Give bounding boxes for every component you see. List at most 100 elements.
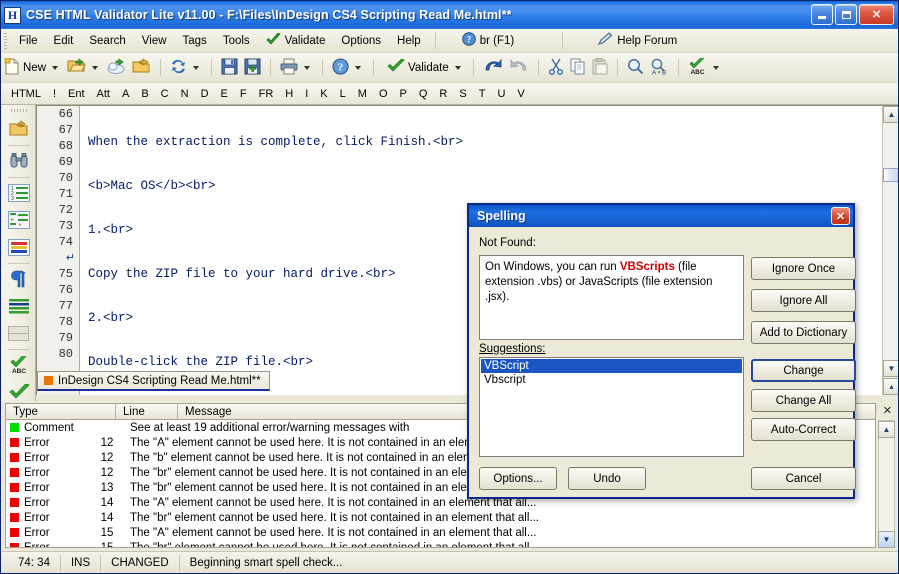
- tagbar-item-q[interactable]: Q: [413, 86, 434, 102]
- cancel-button[interactable]: Cancel: [751, 467, 856, 490]
- refresh-button[interactable]: [167, 56, 205, 80]
- paragraph-mark-icon[interactable]: [6, 266, 32, 292]
- scroll-up-arrow-icon[interactable]: ▲: [878, 421, 895, 438]
- scroll-up-arrow-icon[interactable]: ▲: [883, 106, 898, 123]
- tagbar-item-bang[interactable]: !: [47, 86, 62, 102]
- tagbar-item-e[interactable]: E: [215, 86, 234, 102]
- tagbar-item-a[interactable]: A: [116, 86, 135, 102]
- open-recent-icon[interactable]: [6, 116, 32, 142]
- column-header-line[interactable]: Line: [116, 404, 178, 419]
- not-found-textbox[interactable]: On Windows, you can run VBScripts (file …: [479, 255, 744, 340]
- tagbar-item-c[interactable]: C: [155, 86, 175, 102]
- tagbar-item-o[interactable]: O: [373, 86, 394, 102]
- replace-button[interactable]: AB: [647, 56, 672, 80]
- paste-button[interactable]: [589, 56, 611, 80]
- menu-tags[interactable]: Tags: [175, 32, 215, 50]
- document-tab[interactable]: InDesign CS4 Scripting Read Me.html**: [37, 371, 270, 391]
- print-button[interactable]: [277, 56, 316, 80]
- cut-button[interactable]: [545, 56, 567, 80]
- spell-dropdown-caret[interactable]: [712, 65, 719, 70]
- find-button[interactable]: [624, 56, 647, 80]
- scrollbar-thumb[interactable]: [883, 168, 898, 182]
- column-header-type[interactable]: Type: [6, 404, 116, 419]
- tagbar-item-u[interactable]: U: [491, 86, 511, 102]
- tagbar-item-m[interactable]: M: [352, 86, 373, 102]
- tagbar-item-r[interactable]: R: [433, 86, 453, 102]
- suggestions-list[interactable]: VBScript Vbscript: [479, 357, 744, 457]
- tagbar-item-i[interactable]: I: [299, 86, 314, 102]
- spell-check-button[interactable]: ABC: [685, 56, 725, 80]
- menu-grip[interactable]: [4, 32, 7, 49]
- ignore-all-button[interactable]: Ignore All: [751, 289, 856, 312]
- scroll-split-arrow-icon[interactable]: ▴: [883, 378, 898, 395]
- table-row[interactable]: Error 14 The "br" element cannot be used…: [6, 510, 875, 525]
- tagbar-item-t[interactable]: T: [473, 86, 492, 102]
- menu-file[interactable]: File: [11, 32, 46, 50]
- help-forum-button[interactable]: Help Forum: [589, 29, 685, 52]
- tagbar-item-ent[interactable]: Ent: [62, 86, 91, 102]
- tagbar-item-l[interactable]: L: [334, 86, 352, 102]
- scroll-down-arrow-icon[interactable]: ▼: [878, 531, 895, 548]
- change-all-button[interactable]: Change All: [751, 389, 856, 412]
- bulleted-list-icon[interactable]: [6, 207, 32, 233]
- open-from-cloud-button[interactable]: [104, 56, 129, 80]
- menu-search[interactable]: Search: [81, 32, 133, 50]
- options-button[interactable]: Options...: [479, 467, 557, 490]
- left-toolbar-grip[interactable]: [10, 109, 27, 112]
- ignore-once-button[interactable]: Ignore Once: [751, 257, 856, 280]
- tagbar-item-html[interactable]: HTML: [3, 86, 47, 102]
- menu-help[interactable]: Help: [389, 32, 429, 50]
- tagbar-item-h[interactable]: H: [279, 86, 299, 102]
- table-row[interactable]: Error 15 The "br" element cannot be used…: [6, 540, 875, 547]
- menu-tools[interactable]: Tools: [215, 32, 258, 50]
- tagbar-item-att[interactable]: Att: [91, 86, 116, 102]
- change-button[interactable]: Change: [751, 359, 856, 382]
- copy-button[interactable]: [567, 56, 589, 80]
- context-help-button[interactable]: ? br (F1): [454, 29, 523, 52]
- close-button[interactable]: ✕: [859, 4, 894, 25]
- tagbar-item-n[interactable]: N: [175, 86, 195, 102]
- menu-edit[interactable]: Edit: [46, 32, 82, 50]
- tagbar-item-b[interactable]: B: [135, 86, 154, 102]
- editor-vertical-scrollbar[interactable]: ▲ ▼ ▴: [882, 106, 898, 395]
- add-to-dictionary-button[interactable]: Add to Dictionary: [751, 321, 856, 344]
- menu-view[interactable]: View: [134, 32, 175, 50]
- tagbar-item-fr[interactable]: FR: [253, 86, 280, 102]
- color-bars-icon[interactable]: [6, 234, 32, 260]
- maximize-button[interactable]: [835, 4, 857, 25]
- toolbar-help-button[interactable]: ?: [329, 56, 367, 80]
- spelling-dialog[interactable]: Spelling ✕ Not Found: On Windows, you ca…: [467, 203, 856, 499]
- table-row[interactable]: Error 15 The "A" element cannot be used …: [6, 525, 875, 540]
- tagbar-item-p[interactable]: P: [394, 86, 413, 102]
- toolbar-validate-button[interactable]: Validate: [384, 56, 467, 80]
- validate-dropdown-caret[interactable]: [454, 65, 461, 70]
- reopen-button[interactable]: [129, 56, 154, 80]
- auto-correct-button[interactable]: Auto-Correct: [751, 418, 856, 441]
- new-button[interactable]: New: [1, 56, 64, 80]
- undo-button[interactable]: [480, 56, 506, 80]
- messages-vertical-scrollbar[interactable]: ▲ ▼: [878, 420, 895, 548]
- redo-button[interactable]: [506, 56, 532, 80]
- tagbar-item-d[interactable]: D: [195, 86, 215, 102]
- menu-validate[interactable]: Validate: [258, 30, 334, 52]
- save-all-button[interactable]: [241, 56, 264, 80]
- tagbar-item-s[interactable]: S: [453, 86, 472, 102]
- tagbar-item-k[interactable]: K: [314, 86, 333, 102]
- find-binoculars-icon[interactable]: [6, 148, 32, 174]
- tagbar-item-f[interactable]: F: [234, 86, 253, 102]
- refresh-dropdown-caret[interactable]: [193, 65, 200, 70]
- spell-check-abc-icon[interactable]: ABC: [6, 352, 32, 378]
- open-dropdown-caret[interactable]: [92, 65, 99, 70]
- list-item[interactable]: VBScript: [481, 359, 742, 373]
- save-button[interactable]: [218, 56, 241, 80]
- spelling-dialog-close-button[interactable]: ✕: [831, 207, 850, 225]
- help-dropdown-caret[interactable]: [355, 65, 362, 70]
- tagbar-item-v[interactable]: V: [511, 86, 530, 102]
- minimize-button[interactable]: [811, 4, 833, 25]
- new-dropdown-caret[interactable]: [52, 65, 59, 70]
- list-item[interactable]: Vbscript: [481, 373, 742, 387]
- scroll-down-arrow-icon[interactable]: ▼: [883, 360, 898, 377]
- print-dropdown-caret[interactable]: [304, 65, 311, 70]
- undo-button[interactable]: Undo: [568, 467, 646, 490]
- menu-options[interactable]: Options: [333, 32, 389, 50]
